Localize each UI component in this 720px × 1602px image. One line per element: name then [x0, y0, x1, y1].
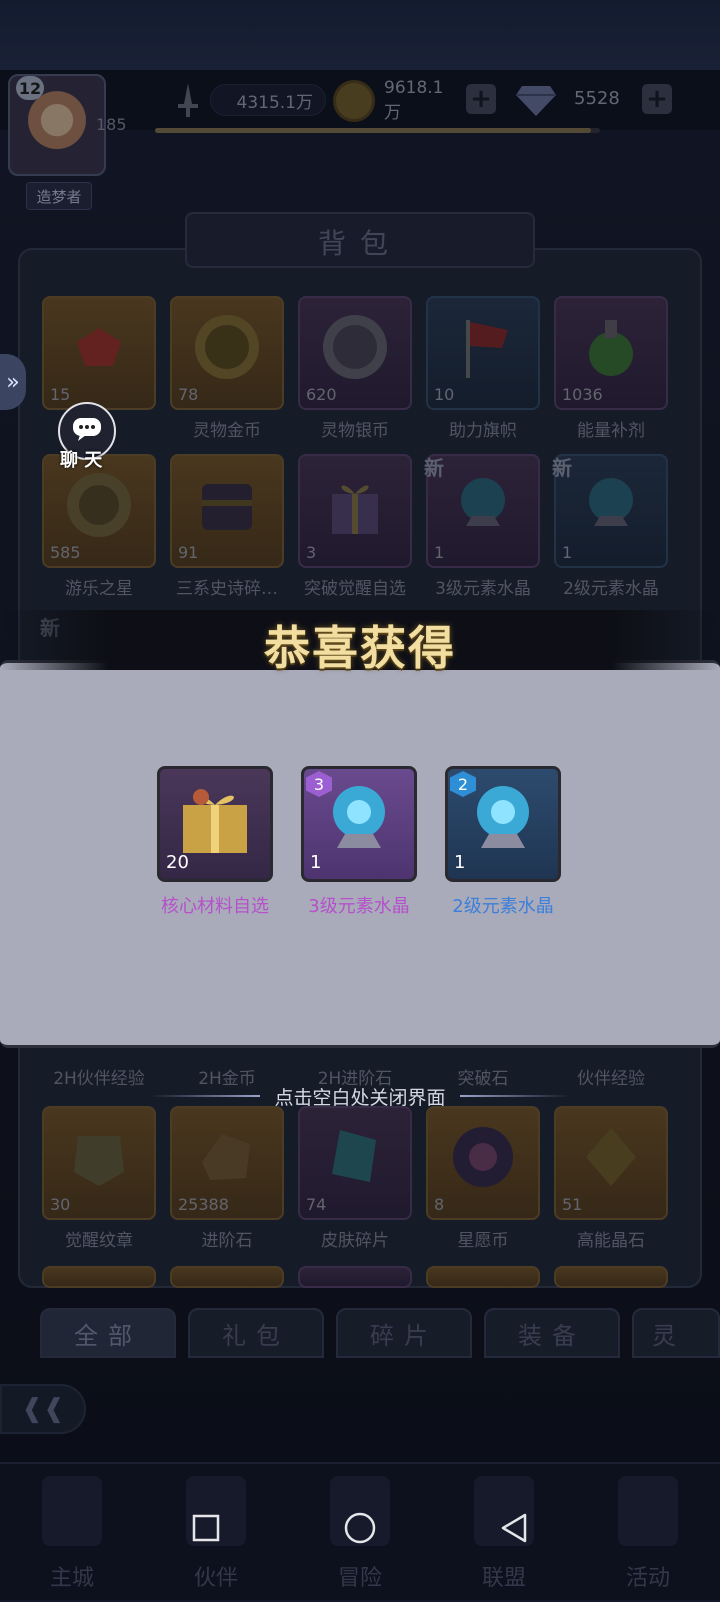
- gift-box-icon: [175, 779, 255, 861]
- crystal-ball-icon: [463, 778, 543, 862]
- home-button[interactable]: [340, 1510, 380, 1550]
- reward-item[interactable]: 2 1: [445, 766, 561, 882]
- reward-item[interactable]: 3 1: [301, 766, 417, 882]
- circle-icon: [343, 1511, 377, 1549]
- triangle-back-icon: [499, 1512, 529, 1548]
- crystal-ball-icon: [319, 778, 399, 862]
- reward-label: 2级元素水晶: [452, 896, 554, 917]
- chat-label: 聊 天: [60, 450, 103, 471]
- square-icon: [192, 1514, 220, 1546]
- back-system-button[interactable]: [494, 1510, 534, 1550]
- chat-bubble-icon: [72, 417, 102, 445]
- reward-label: 3级元素水晶: [308, 896, 410, 917]
- reward-count: 1: [310, 852, 322, 873]
- recent-apps-button[interactable]: [186, 1510, 226, 1550]
- reward-count: 1: [454, 852, 466, 873]
- side-expand-button[interactable]: »: [0, 354, 26, 410]
- reward-item[interactable]: 20: [157, 766, 273, 882]
- reward-count: 20: [166, 852, 189, 873]
- hint-divider-right: [460, 1095, 570, 1097]
- popup-title: 恭喜获得: [264, 621, 456, 675]
- double-chevron-right-icon: »: [6, 369, 20, 395]
- reward-label: 核心材料自选: [161, 896, 269, 917]
